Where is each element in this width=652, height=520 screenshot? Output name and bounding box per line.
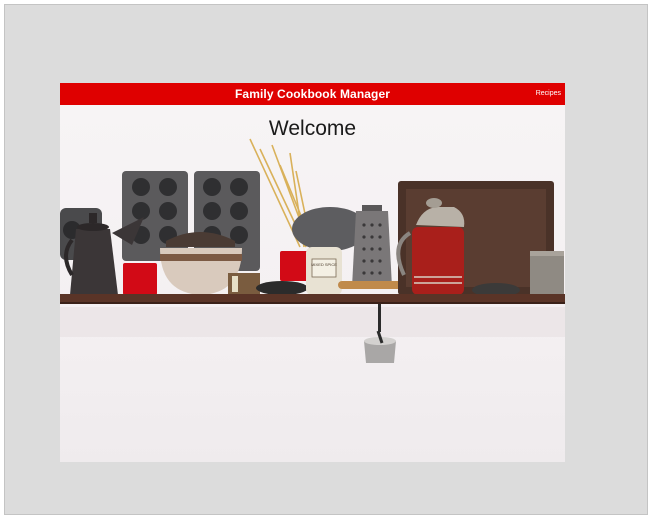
jar-label: MIXED SPICE <box>311 262 337 267</box>
navigation-bar: Family Cookbook Manager Recipes <box>60 83 565 105</box>
spice-jar: MIXED SPICE <box>306 247 342 295</box>
muffin-tin-icon <box>122 171 188 261</box>
app-viewport: Family Cookbook Manager Recipes MIXED SP… <box>60 83 565 462</box>
grater-icon <box>352 205 392 287</box>
recipes-link[interactable]: Recipes <box>536 90 561 97</box>
app-title: Family Cookbook Manager <box>235 87 390 101</box>
kitchen-shelf-image: MIXED SPICE <box>60 138 565 363</box>
welcome-heading: Welcome <box>268 117 357 140</box>
